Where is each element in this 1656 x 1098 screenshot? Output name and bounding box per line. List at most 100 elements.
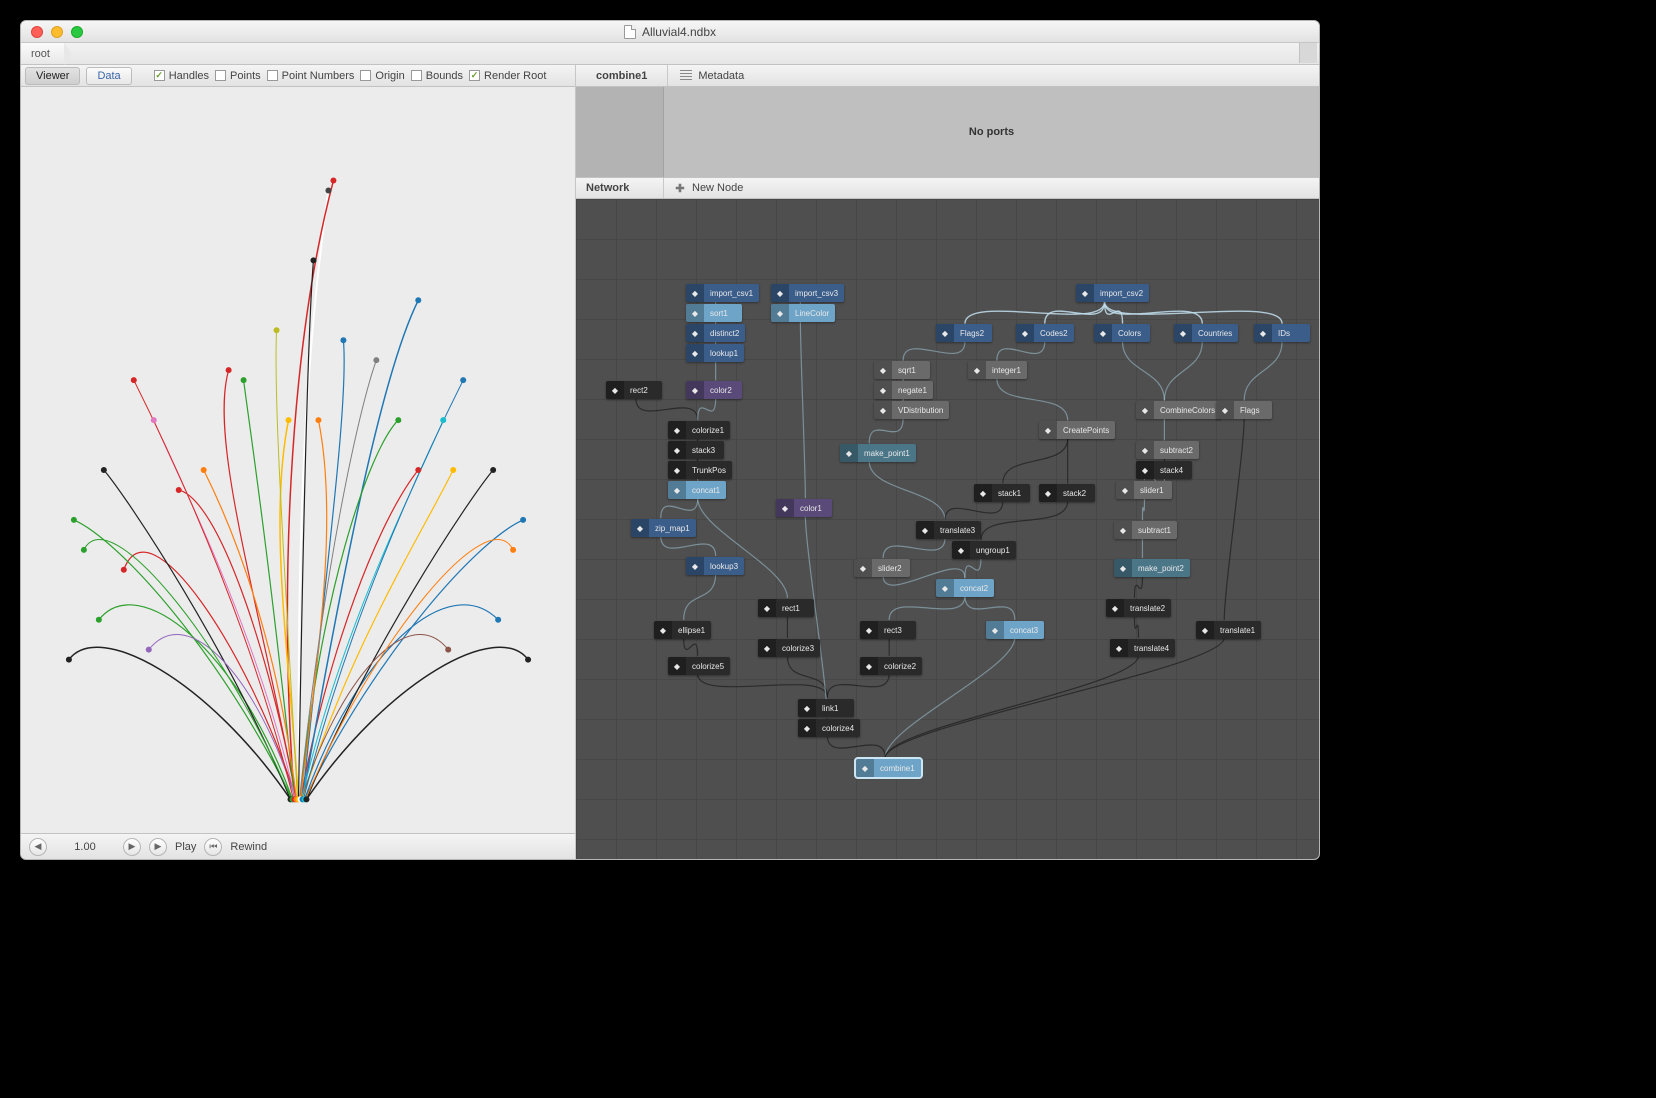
node-label: rect3 [878, 626, 908, 635]
option-origin[interactable]: Origin [360, 70, 404, 82]
node-Codes2[interactable]: ◆Codes2 [1016, 324, 1074, 342]
node-concat2[interactable]: ◆concat2 [936, 579, 994, 597]
node-ungroup1[interactable]: ◆ungroup1 [952, 541, 1016, 559]
node-make_point2[interactable]: ◆make_point2 [1114, 559, 1190, 577]
node-icon: ◆ [668, 657, 686, 675]
node-label: colorize2 [878, 662, 922, 671]
node-colorize1[interactable]: ◆colorize1 [668, 421, 730, 439]
node-color1[interactable]: ◆color1 [776, 499, 832, 517]
frame-back-button[interactable]: ◀ [29, 838, 47, 856]
node-translate4[interactable]: ◆translate4 [1110, 639, 1175, 657]
node-colorize5[interactable]: ◆colorize5 [668, 657, 730, 675]
node-TrunkPos[interactable]: ◆TrunkPos [668, 461, 732, 479]
network-canvas[interactable]: ◆import_csv1◆sort1◆distinct2◆lookup1◆imp… [576, 199, 1319, 859]
option-points[interactable]: Points [215, 70, 261, 82]
node-colorize3[interactable]: ◆colorize3 [758, 639, 820, 657]
node-LineColor[interactable]: ◆LineColor [771, 304, 835, 322]
node-zip_map1[interactable]: ◆zip_map1 [631, 519, 696, 537]
node-colorize4[interactable]: ◆colorize4 [798, 719, 860, 737]
node-distinct2[interactable]: ◆distinct2 [686, 324, 745, 342]
node-link1[interactable]: ◆link1 [798, 699, 854, 717]
node-icon: ◆ [798, 699, 816, 717]
node-ellipse1[interactable]: ◆ellipse1 [654, 621, 711, 639]
node-stack4[interactable]: ◆stack4 [1136, 461, 1192, 479]
node-color2[interactable]: ◆color2 [686, 381, 742, 399]
node-import_csv3[interactable]: ◆import_csv3 [771, 284, 844, 302]
node-combine1[interactable]: ◆combine1 [856, 759, 921, 777]
node-colorize2[interactable]: ◆colorize2 [860, 657, 922, 675]
node-Flags2[interactable]: ◆Flags2 [936, 324, 992, 342]
tab-viewer[interactable]: Viewer [25, 67, 80, 85]
breadcrumb-root[interactable]: root [21, 43, 64, 64]
node-sqrt1[interactable]: ◆sqrt1 [874, 361, 930, 379]
tab-data[interactable]: Data [86, 67, 131, 85]
node-translate1[interactable]: ◆translate1 [1196, 621, 1261, 639]
node-concat1[interactable]: ◆concat1 [668, 481, 726, 499]
node-rect1[interactable]: ◆rect1 [758, 599, 814, 617]
node-label: colorize5 [686, 662, 730, 671]
node-integer1[interactable]: ◆integer1 [968, 361, 1027, 379]
node-icon: ◆ [758, 639, 776, 657]
option-handles[interactable]: ✓Handles [154, 70, 209, 82]
play-button[interactable]: ▶ [149, 838, 167, 856]
node-label: lookup3 [704, 562, 744, 571]
metadata-tab[interactable]: Metadata [668, 70, 756, 82]
node-import_csv1[interactable]: ◆import_csv1 [686, 284, 759, 302]
node-icon: ◆ [1106, 599, 1124, 617]
node-rect3[interactable]: ◆rect3 [860, 621, 916, 639]
node-label: subtract2 [1154, 446, 1199, 455]
node-icon: ◆ [1114, 559, 1132, 577]
node-lookup3[interactable]: ◆lookup3 [686, 557, 744, 575]
node-icon: ◆ [654, 621, 672, 639]
node-label: color2 [704, 386, 738, 395]
node-slider2[interactable]: ◆slider2 [854, 559, 910, 577]
node-stack2[interactable]: ◆stack2 [1039, 484, 1095, 502]
node-Flags[interactable]: ◆Flags [1216, 401, 1272, 419]
window-title: Alluvial4.ndbx [21, 25, 1319, 39]
node-make_point1[interactable]: ◆make_point1 [840, 444, 916, 462]
frame-field[interactable]: 1.00 [55, 841, 115, 853]
option-render-root[interactable]: ✓Render Root [469, 70, 546, 82]
node-concat3[interactable]: ◆concat3 [986, 621, 1044, 639]
node-negate1[interactable]: ◆negate1 [874, 381, 933, 399]
node-stack3[interactable]: ◆stack3 [668, 441, 724, 459]
node-icon: ◆ [1114, 521, 1132, 539]
node-stack1[interactable]: ◆stack1 [974, 484, 1030, 502]
node-icon: ◆ [798, 719, 816, 737]
selected-node-name: combine1 [576, 65, 668, 86]
toolbar-toggle-button[interactable] [1299, 43, 1317, 63]
option-bounds[interactable]: Bounds [411, 70, 463, 82]
new-node-label: New Node [692, 182, 743, 194]
node-CombineColors[interactable]: ◆CombineColors [1136, 401, 1221, 419]
frame-forward-button[interactable]: ▶ [123, 838, 141, 856]
node-IDs[interactable]: ◆IDs [1254, 324, 1310, 342]
node-import_csv2[interactable]: ◆import_csv2 [1076, 284, 1149, 302]
node-VDistribution[interactable]: ◆VDistribution [874, 401, 949, 419]
node-translate2[interactable]: ◆translate2 [1106, 599, 1171, 617]
node-lookup1[interactable]: ◆lookup1 [686, 344, 744, 362]
node-icon: ◆ [916, 521, 934, 539]
node-translate3[interactable]: ◆translate3 [916, 521, 981, 539]
node-CreatePoints[interactable]: ◆CreatePoints [1039, 421, 1115, 439]
new-node-button[interactable]: ✚ New Node [664, 182, 743, 194]
node-sort1[interactable]: ◆sort1 [686, 304, 742, 322]
node-label: import_csv1 [704, 289, 759, 298]
node-icon: ◆ [952, 541, 970, 559]
node-icon: ◆ [686, 381, 704, 399]
node-slider1[interactable]: ◆slider1 [1116, 481, 1172, 499]
node-rect2[interactable]: ◆rect2 [606, 381, 662, 399]
node-subtract2[interactable]: ◆subtract2 [1136, 441, 1199, 459]
node-subtract1[interactable]: ◆subtract1 [1114, 521, 1177, 539]
viewer-canvas[interactable] [21, 87, 575, 833]
rewind-button[interactable]: ⏮ [204, 838, 222, 856]
rewind-label: Rewind [230, 841, 267, 853]
play-label: Play [175, 841, 196, 853]
option-point-numbers[interactable]: Point Numbers [267, 70, 355, 82]
node-Colors[interactable]: ◆Colors [1094, 324, 1150, 342]
node-icon: ◆ [776, 499, 794, 517]
node-icon: ◆ [874, 401, 892, 419]
metadata-label: Metadata [698, 70, 744, 82]
node-Countries[interactable]: ◆Countries [1174, 324, 1238, 342]
node-icon: ◆ [974, 484, 992, 502]
node-icon: ◆ [1196, 621, 1214, 639]
